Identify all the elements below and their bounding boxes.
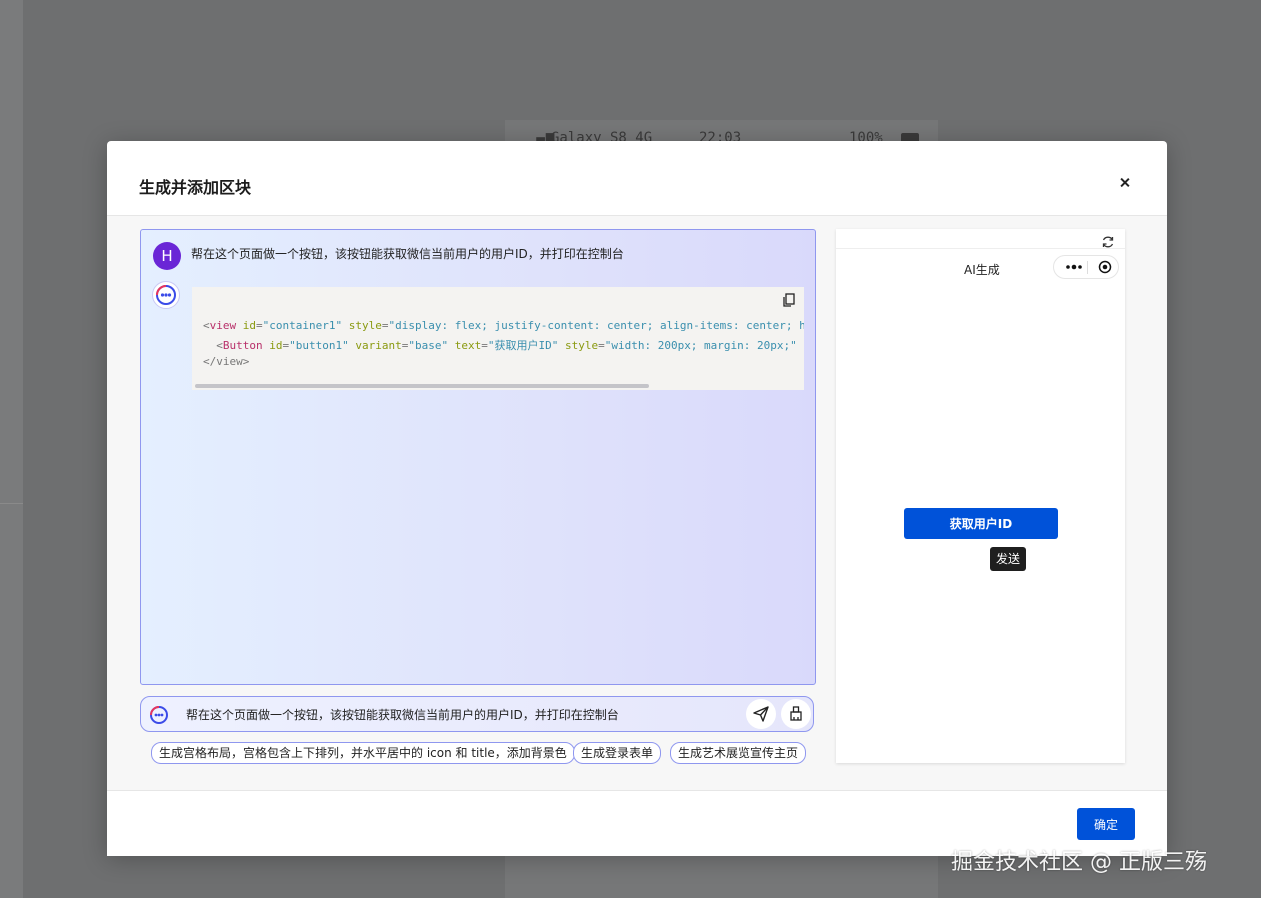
- chat-panel: H 帮在这个页面做一个按钮，该按钮能获取微信当前用户的用户ID，并打印在控制台 …: [140, 229, 816, 685]
- code-line-1: <view id="container1" style="display: fl…: [203, 319, 804, 332]
- suggestion-chip-grid[interactable]: 生成宫格布局，宫格包含上下排列，并水平居中的 icon 和 title，添加背景…: [151, 742, 575, 764]
- ai-bot-icon: [150, 706, 168, 724]
- dialog-title: 生成并添加区块: [139, 178, 252, 197]
- background-divider: [0, 503, 23, 504]
- refresh-icon[interactable]: [1101, 235, 1115, 249]
- preview-page-title: AI生成: [964, 263, 1000, 277]
- more-icon[interactable]: [1063, 260, 1085, 274]
- send-tooltip: 发送: [990, 547, 1027, 571]
- prompt-input-bar: [140, 696, 814, 732]
- close-mini-program-icon[interactable]: [1098, 260, 1112, 274]
- suggestion-chip-exhibition[interactable]: 生成艺术展览宣传主页: [670, 742, 807, 764]
- code-horizontal-scrollbar[interactable]: [195, 384, 649, 388]
- get-user-id-button[interactable]: 获取用户ID: [904, 508, 1058, 539]
- confirm-button[interactable]: 确定: [1077, 808, 1135, 840]
- code-block[interactable]: <view id="container1" style="display: fl…: [192, 287, 804, 390]
- clear-button[interactable]: [781, 699, 811, 729]
- code-line-2: <Button id="button1" variant="base" text…: [216, 339, 797, 352]
- ai-bot-icon: [152, 281, 180, 309]
- broom-icon: [790, 706, 802, 721]
- prompt-input[interactable]: [186, 697, 736, 731]
- preview-navbar: AI生成: [836, 248, 1125, 285]
- code-line-3: </view>: [203, 355, 250, 368]
- generate-block-dialog: 生成并添加区块 H 帮在这个页面做一个按钮，该按钮能获取微信当前用户的用户ID，…: [107, 141, 1167, 856]
- mini-program-capsule: [1053, 255, 1119, 279]
- send-button[interactable]: [746, 699, 776, 729]
- dialog-header: 生成并添加区块: [107, 141, 1167, 216]
- user-message: 帮在这个页面做一个按钮，该按钮能获取微信当前用户的用户ID，并打印在控制台: [191, 247, 624, 261]
- suggestion-chip-login[interactable]: 生成登录表单: [573, 742, 662, 764]
- dialog-body: H 帮在这个页面做一个按钮，该按钮能获取微信当前用户的用户ID，并打印在控制台 …: [107, 216, 1167, 790]
- user-avatar: H: [153, 242, 181, 270]
- copy-icon[interactable]: [782, 293, 796, 307]
- watermark: 掘金技术社区 @ 正版三殇: [951, 850, 1207, 875]
- preview-panel: AI生成 获取用户ID 发送: [836, 229, 1125, 763]
- send-icon: [753, 706, 769, 722]
- background-left-panel: [0, 0, 23, 898]
- close-icon[interactable]: [1117, 175, 1133, 191]
- capsule-divider: [1087, 261, 1088, 274]
